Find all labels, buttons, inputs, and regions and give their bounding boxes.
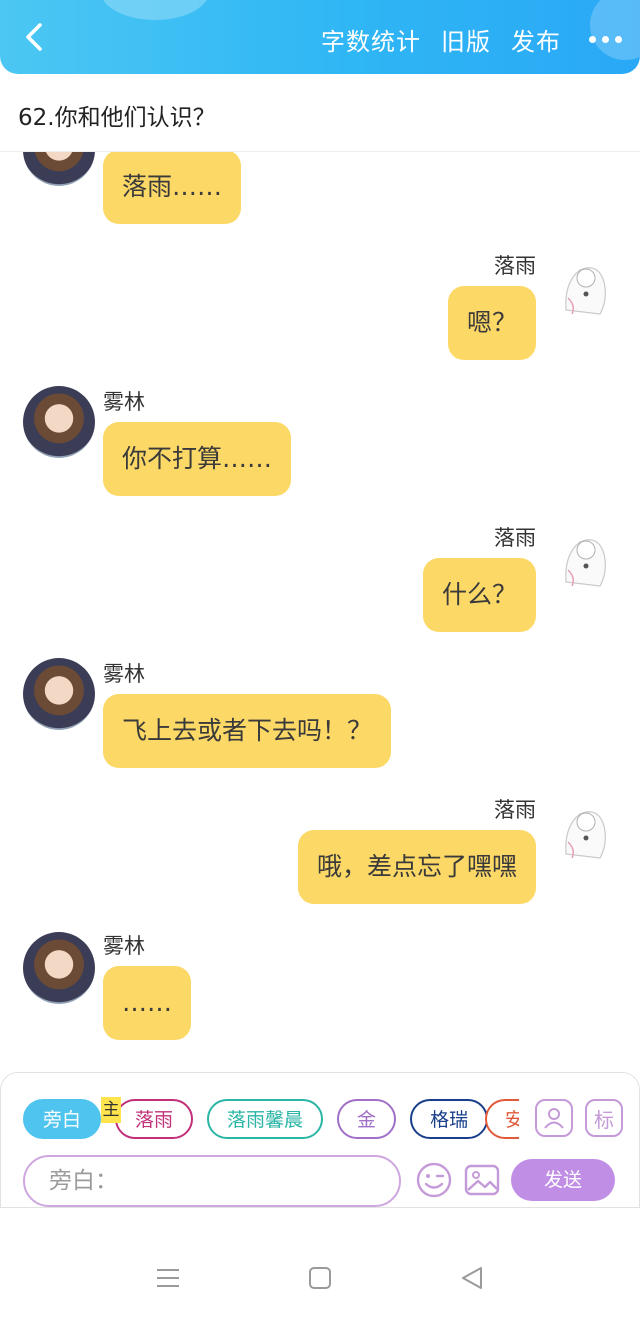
header-decoration	[100, 0, 210, 20]
avatar[interactable]	[546, 792, 618, 864]
avatar[interactable]	[546, 248, 618, 320]
chip-overflow: 安	[485, 1099, 519, 1141]
avatar[interactable]	[23, 152, 95, 186]
composer-panel: 旁白 落雨 落雨馨晨 金 格瑞 安 主 标 旁白： 发送	[0, 1072, 640, 1208]
emoji-wink-icon[interactable]	[415, 1161, 453, 1199]
avatar[interactable]	[546, 520, 618, 592]
message-bubble[interactable]: 哦，差点忘了嘿嘿	[297, 830, 536, 904]
chip-narration[interactable]: 旁白	[23, 1099, 102, 1139]
home-square-icon[interactable]	[308, 1266, 332, 1290]
menu-icon[interactable]	[156, 1266, 180, 1290]
speaker-name: 雾林	[103, 934, 145, 958]
chapter-title-bar: 62.你和他们认识？	[0, 74, 640, 152]
speaker-name: 雾林	[103, 662, 145, 686]
system-navbar	[0, 1208, 640, 1320]
old-version-button[interactable]: 旧版	[441, 22, 491, 57]
avatar[interactable]	[23, 932, 95, 1004]
chip-an[interactable]: 安	[485, 1099, 519, 1139]
more-dots-icon[interactable]	[581, 36, 622, 43]
chip-jin[interactable]: 金	[337, 1099, 397, 1139]
chip-luoyu-xinchen[interactable]: 落雨馨晨	[207, 1099, 324, 1139]
message-bubble[interactable]: 你不打算……	[103, 422, 292, 496]
speaker-name: 雾林	[103, 390, 145, 414]
message-bubble[interactable]: 落雨……	[103, 152, 242, 224]
avatar[interactable]	[23, 658, 95, 730]
send-button[interactable]: 发送	[511, 1159, 615, 1201]
message-bubble[interactable]: 什么？	[422, 558, 536, 632]
chip-luoyu[interactable]: 落雨	[115, 1099, 194, 1139]
message-input[interactable]: 旁白：	[23, 1155, 401, 1207]
app-header: 字数统计 旧版 发布	[0, 0, 640, 74]
chevron-left-icon[interactable]	[18, 20, 52, 54]
word-count-button[interactable]: 字数统计	[321, 22, 421, 57]
speaker-name: 落雨	[494, 798, 536, 822]
main-character-tag: 主	[101, 1097, 121, 1123]
speaker-name: 落雨	[494, 526, 536, 550]
avatar[interactable]	[23, 386, 95, 458]
character-chip-row: 旁白 落雨 落雨馨晨 金 格瑞	[23, 1099, 489, 1139]
speaker-name: 落雨	[494, 254, 536, 278]
back-triangle-icon[interactable]	[460, 1266, 484, 1290]
chapter-title: 62.你和他们认识？	[18, 105, 216, 131]
mark-button[interactable]: 标	[585, 1099, 623, 1137]
publish-button[interactable]: 发布	[511, 22, 561, 57]
message-bubble[interactable]: ……	[103, 966, 191, 1040]
message-bubble[interactable]: 飞上去或者下去吗！？	[103, 694, 392, 768]
chip-gerui[interactable]: 格瑞	[410, 1099, 489, 1139]
person-card-icon[interactable]	[535, 1099, 573, 1137]
message-bubble[interactable]: 嗯？	[447, 286, 536, 360]
chat-area[interactable]: 落雨…… 落雨 嗯？ 雾林 你不打算…… 落雨 什么？ 雾林 飞上去或者下去吗！…	[0, 152, 640, 1072]
image-icon[interactable]	[463, 1161, 501, 1199]
